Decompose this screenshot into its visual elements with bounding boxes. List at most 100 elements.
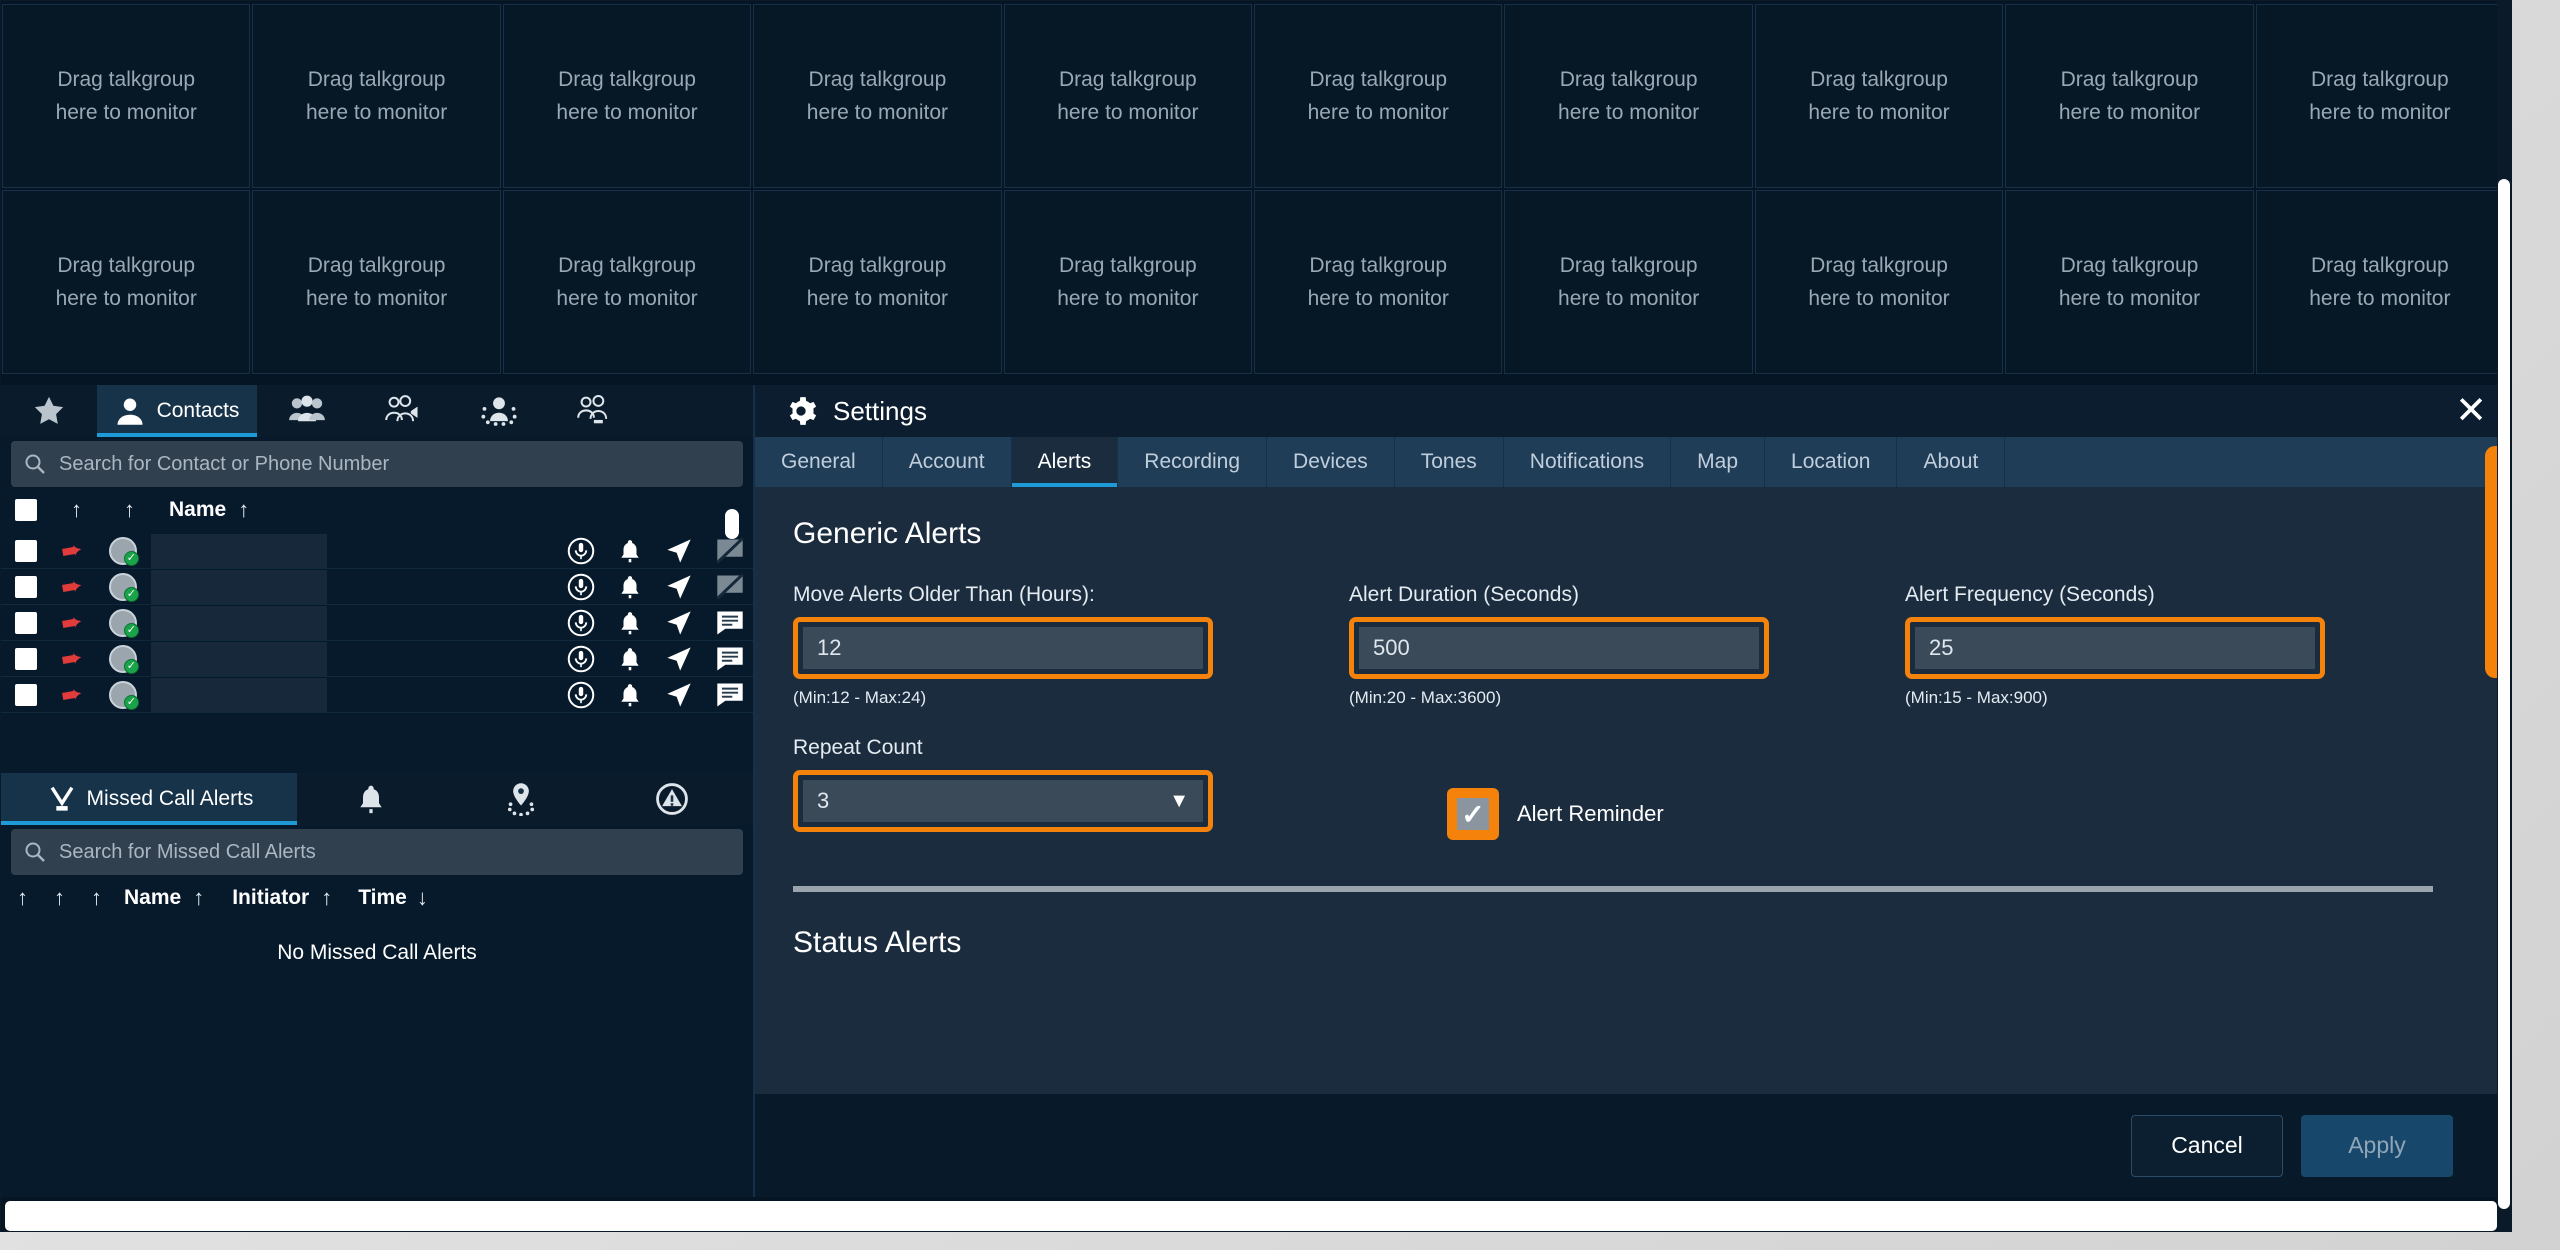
bell-icon[interactable] (617, 681, 643, 709)
talkgroup-slot[interactable]: Drag talkgroup here to monitor (502, 4, 752, 188)
tab-missed-call-alerts[interactable]: Missed Call Alerts (1, 773, 297, 825)
talkgroup-slot[interactable]: Drag talkgroup here to monitor (1754, 4, 2004, 188)
talkgroup-slot[interactable]: Drag talkgroup here to monitor (2255, 4, 2505, 188)
missed-col-initiator[interactable]: Initiator (232, 886, 309, 910)
contact-row[interactable]: ➨ ✓ (1, 605, 753, 641)
navigate-disabled-icon[interactable]: ➨ (58, 605, 85, 639)
talkgroup-slot[interactable]: Drag talkgroup here to monitor (252, 190, 501, 374)
apply-button[interactable]: Apply (2301, 1114, 2453, 1177)
settings-tab-devices[interactable]: Devices (1267, 437, 1395, 487)
talkgroup-slot[interactable]: Drag talkgroup here to monitor (2, 4, 251, 188)
row-checkbox[interactable] (15, 575, 37, 598)
tab-talkgroup-broadcast[interactable] (353, 385, 449, 437)
tab-location-alerts[interactable] (447, 773, 597, 825)
tab-favorites[interactable] (1, 385, 97, 437)
contact-row[interactable]: ➨ ✓ (1, 677, 753, 713)
bell-icon[interactable] (617, 609, 643, 637)
talkgroup-slot[interactable]: Drag talkgroup here to monitor (2005, 4, 2254, 188)
settings-tab-about[interactable]: About (1897, 437, 2006, 487)
sort-missed-name-icon[interactable]: ↑ (193, 885, 204, 911)
chat-icon[interactable] (715, 645, 745, 673)
missed-col-name[interactable]: Name (124, 886, 181, 910)
talkgroup-slot[interactable]: Drag talkgroup here to monitor (1003, 4, 1253, 188)
contact-row[interactable]: ➨ ✓ (1, 641, 753, 677)
sort-name-icon[interactable]: ↑ (238, 497, 249, 523)
chat-off-icon[interactable] (715, 536, 745, 565)
select-all-checkbox[interactable] (15, 499, 37, 521)
navigate-icon[interactable] (665, 645, 693, 673)
alert-duration-input[interactable] (1359, 627, 1759, 669)
settings-tab-general[interactable]: General (755, 437, 883, 487)
talkgroup-slot[interactable]: Drag talkgroup here to monitor (1254, 190, 1503, 374)
talkgroup-slot[interactable]: Drag talkgroup here to monitor (753, 4, 1002, 188)
tab-alerts-bell[interactable] (297, 773, 447, 825)
talkgroup-slot[interactable]: Drag talkgroup here to monitor (252, 4, 501, 188)
sort-missed-time-icon[interactable]: ↓ (417, 885, 428, 911)
talkgroup-slot[interactable]: Drag talkgroup here to monitor (1254, 4, 1503, 188)
contacts-col-name[interactable]: Name (169, 498, 226, 522)
main-vertical-scrollbar[interactable] (2497, 1, 2511, 1231)
microphone-icon[interactable] (567, 609, 595, 637)
missed-col-time[interactable]: Time (358, 886, 407, 910)
tab-group-download[interactable] (545, 385, 641, 437)
main-scrollbar-thumb[interactable] (2498, 179, 2510, 1209)
move-alerts-older-than-input[interactable] (803, 627, 1203, 669)
settings-tab-map[interactable]: Map (1671, 437, 1766, 487)
chat-off-icon[interactable] (715, 572, 745, 601)
row-checkbox[interactable] (15, 539, 37, 562)
alert-frequency-input[interactable] (1915, 627, 2315, 669)
settings-tab-location[interactable]: Location (1765, 437, 1898, 487)
navigate-disabled-icon[interactable]: ➨ (58, 569, 85, 603)
tab-emergency-alerts[interactable] (597, 773, 747, 825)
navigate-disabled-icon[interactable]: ➨ (58, 677, 85, 711)
tab-groups[interactable] (257, 385, 353, 437)
microphone-icon[interactable] (567, 645, 595, 673)
chat-icon[interactable] (715, 681, 745, 709)
talkgroup-slot[interactable]: Drag talkgroup here to monitor (2005, 190, 2254, 374)
bell-icon[interactable] (617, 537, 643, 565)
settings-tab-notifications[interactable]: Notifications (1504, 437, 1672, 487)
close-icon[interactable]: ✕ (2455, 392, 2487, 430)
sort-mca-col3-icon[interactable]: ↑ (91, 885, 102, 911)
cancel-button[interactable]: Cancel (2131, 1114, 2283, 1177)
missed-search-input[interactable]: Search for Missed Call Alerts (11, 829, 743, 875)
navigate-icon[interactable] (665, 537, 693, 565)
navigate-icon[interactable] (665, 573, 693, 601)
chat-icon[interactable] (715, 609, 745, 637)
sort-mca-col1-icon[interactable]: ↑ (17, 885, 28, 911)
bell-icon[interactable] (617, 645, 643, 673)
navigate-disabled-icon[interactable]: ➨ (58, 641, 85, 675)
sort-mca-col2-icon[interactable]: ↑ (54, 885, 65, 911)
navigate-icon[interactable] (665, 609, 693, 637)
tab-group-dynamic[interactable] (449, 385, 545, 437)
settings-tab-recording[interactable]: Recording (1118, 437, 1268, 487)
talkgroup-slot[interactable]: Drag talkgroup here to monitor (2255, 190, 2505, 374)
talkgroup-slot[interactable]: Drag talkgroup here to monitor (753, 190, 1002, 374)
alert-reminder-checkbox[interactable]: ✓ (1457, 798, 1489, 830)
microphone-icon[interactable] (567, 681, 595, 709)
settings-tab-account[interactable]: Account (883, 437, 1012, 487)
contact-row[interactable]: ➨ ✓ (1, 533, 753, 569)
navigate-disabled-icon[interactable]: ➨ (58, 533, 85, 567)
settings-tab-alerts[interactable]: Alerts (1011, 437, 1119, 487)
row-checkbox[interactable] (15, 683, 37, 706)
main-horizontal-scrollbar[interactable] (5, 1201, 2497, 1231)
tab-contacts[interactable]: Contacts (97, 385, 257, 437)
talkgroup-slot[interactable]: Drag talkgroup here to monitor (1504, 190, 1753, 374)
repeat-count-select[interactable]: 3 ▼ (803, 780, 1203, 822)
talkgroup-slot[interactable]: Drag talkgroup here to monitor (1754, 190, 2004, 374)
sort-missed-initiator-icon[interactable]: ↑ (321, 885, 332, 911)
talkgroup-slot[interactable]: Drag talkgroup here to monitor (1003, 190, 1253, 374)
bell-icon[interactable] (617, 573, 643, 601)
navigate-icon[interactable] (665, 681, 693, 709)
settings-tab-tones[interactable]: Tones (1395, 437, 1504, 487)
sort-col1-icon[interactable]: ↑ (71, 497, 82, 523)
contacts-search-input[interactable]: Search for Contact or Phone Number (11, 441, 743, 487)
microphone-icon[interactable] (567, 537, 595, 565)
sort-col2-icon[interactable]: ↑ (124, 497, 135, 523)
row-checkbox[interactable] (15, 647, 37, 670)
microphone-icon[interactable] (567, 573, 595, 601)
talkgroup-slot[interactable]: Drag talkgroup here to monitor (2, 190, 251, 374)
row-checkbox[interactable] (15, 611, 37, 634)
contact-row[interactable]: ➨ ✓ (1, 569, 753, 605)
